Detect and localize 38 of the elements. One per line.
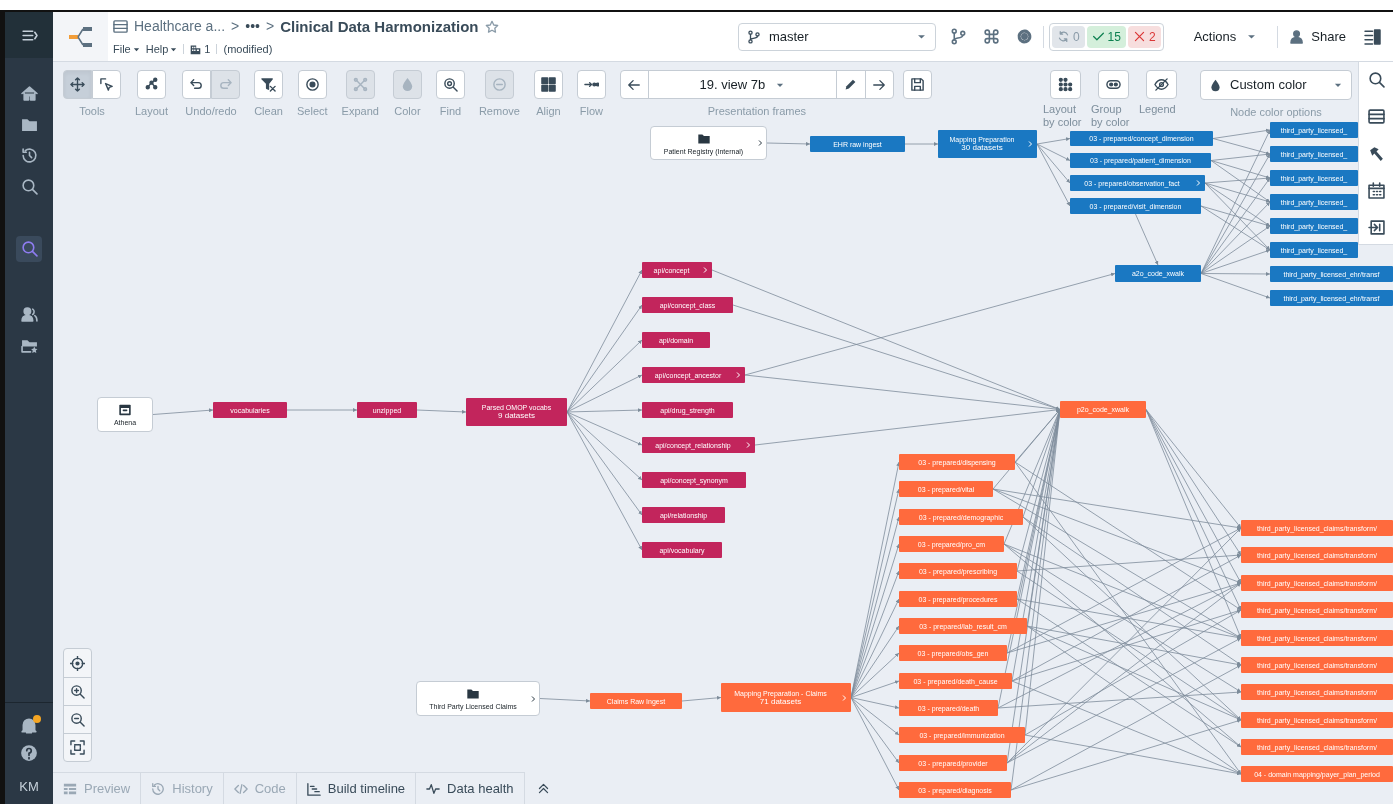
tool-label: Legend [1139,103,1177,116]
tool-label: Tools [79,104,105,119]
tool-label: Presentation frames [707,104,807,119]
tool-label: Expand [341,104,379,119]
builds-running-button[interactable]: 0 [1051,25,1085,48]
user-initials[interactable]: KM [19,776,39,796]
tool-label: Remove [478,104,520,119]
dataset-count: 9 datasets [498,412,535,420]
dataset-count: 30 datasets [961,144,1003,152]
checks-failed-button[interactable]: 2 [1127,25,1161,48]
tool-label: Node color options [1230,105,1322,120]
node-color-dropdown[interactable]: Custom color [1200,70,1352,100]
tool-label: Align [536,104,561,119]
tool-label: Layout by color [1043,103,1083,129]
tool-label: Flow [579,104,603,119]
tool-label: Clean [254,104,283,119]
menu-button[interactable]: File [113,41,140,58]
page-title: Clinical Data Harmonization [280,16,479,37]
save-status: (modified) [223,42,273,57]
checks-passed-button[interactable]: 15 [1086,25,1126,48]
share-button[interactable]: Share [1290,26,1346,47]
tool-label: Group by color [1091,103,1131,129]
breadcrumb-separator: > [265,17,275,37]
menu-button[interactable]: Help [145,41,178,58]
tool-label: Color [394,104,421,119]
breadcrumb-ellipsis[interactable]: ••• [245,16,260,38]
breadcrumb-separator: > [231,17,240,37]
panel-tab[interactable]: Data health [416,772,525,804]
actions-button[interactable]: Actions [1193,26,1258,47]
tool-label: Undo/redo [185,104,237,119]
tool-label: Find [439,104,462,119]
breadcrumb-link[interactable]: Healthcare a... [134,16,226,38]
tool-label: Layout [135,104,169,119]
dataset-count: 71 datasets [759,697,802,706]
tool-label: Select [297,104,328,119]
organization-count[interactable]: 1 [190,41,211,58]
panel-tab[interactable]: Build timeline [296,772,417,804]
branch-dropdown[interactable]: master [737,22,936,51]
